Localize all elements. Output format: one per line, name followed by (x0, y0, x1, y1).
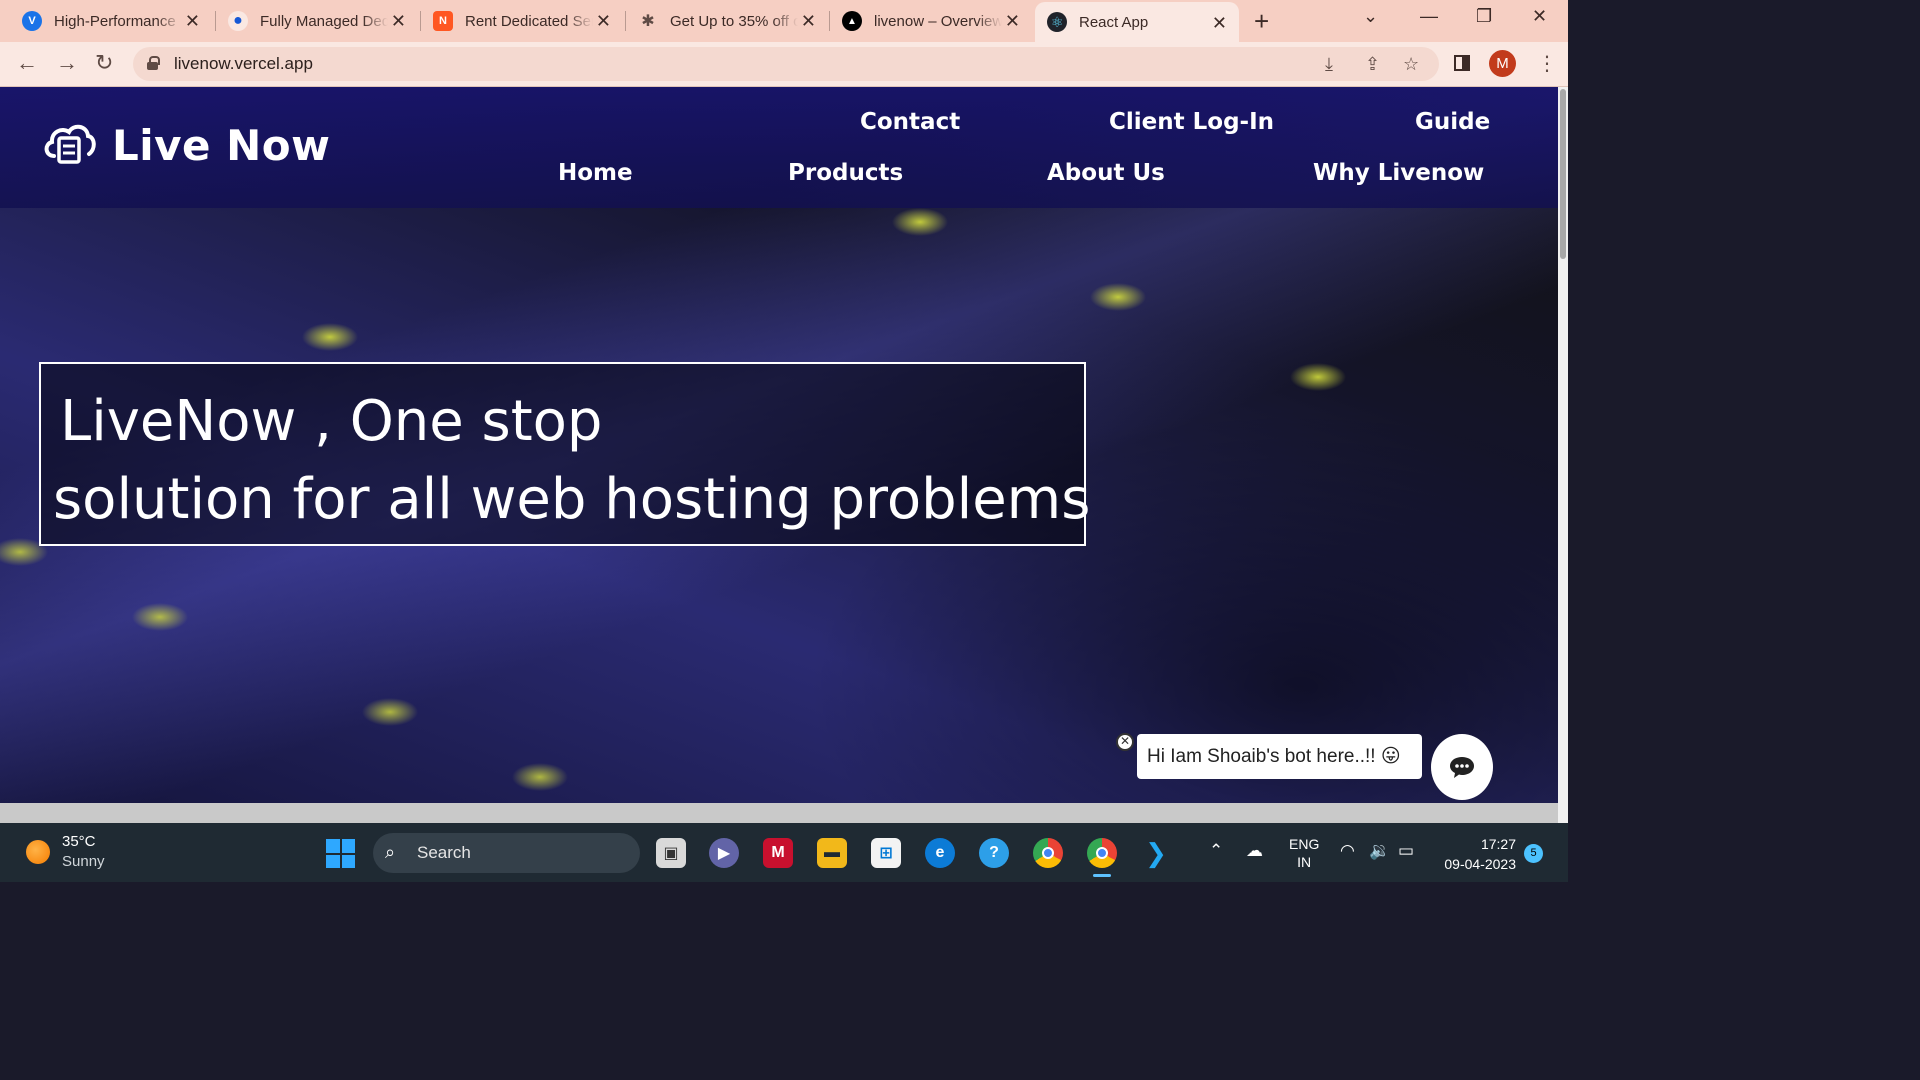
bug-favicon-icon: ✱ (641, 13, 655, 30)
back-arrow-icon[interactable]: ← (16, 51, 38, 75)
dot-favicon-icon: ● (228, 11, 248, 31)
tab-react-app[interactable]: ⚛ React App ✕ (1035, 2, 1239, 42)
chrome-profile-icon[interactable] (1087, 838, 1117, 868)
weather-condition[interactable]: Sunny (62, 853, 105, 870)
nav-home[interactable]: Home (558, 160, 633, 186)
tab-fully-managed[interactable]: ● Fully Managed Dedi ✕ (206, 0, 418, 42)
microsoft-store-icon[interactable]: ⊞ (871, 838, 901, 868)
close-icon[interactable]: ✕ (1212, 13, 1227, 33)
tab-title: Get Up to 35% off o (670, 12, 798, 30)
edge-browser-icon[interactable]: e (925, 838, 955, 868)
vscode-icon[interactable]: ❯ (1141, 838, 1171, 868)
chatbot-launcher-button[interactable] (1431, 734, 1493, 800)
tab-search-chevron-icon[interactable]: ⌄ (1363, 6, 1378, 27)
hero-headline-box: LiveNow , One stop solution for all web … (39, 362, 1090, 546)
tray-chevron-up-icon[interactable]: ⌃ (1209, 841, 1223, 861)
tab-title: Fully Managed Dedi (260, 12, 388, 30)
tab-livenow-overview[interactable]: ▲ livenow – Overview ✕ (820, 0, 1032, 42)
language-indicator[interactable]: ENG IN (1289, 835, 1319, 871)
windows-start-icon[interactable] (326, 839, 355, 868)
cloud-server-logo-icon[interactable] (42, 120, 96, 169)
site-navbar: Live Now Contact Client Log-In Guide Hom… (0, 87, 1558, 208)
weather-temperature[interactable]: 35°C (62, 833, 96, 850)
help-icon[interactable]: ? (979, 838, 1009, 868)
tab-strip: V High-Performance ✕ ● Fully Managed Ded… (0, 0, 1568, 42)
nav-client-login[interactable]: Client Log-In (1109, 109, 1274, 135)
windows-taskbar: 35°C Sunny ⌕ Search ▣ ▶ M ▬ ⊞ e ? ❯ ⌃ ☁ … (0, 823, 1568, 882)
address-bar[interactable]: livenow.vercel.app ⤓ ⇪ ☆ (133, 47, 1439, 81)
task-view-icon[interactable]: ▣ (656, 838, 686, 868)
close-icon[interactable]: ✕ (801, 11, 816, 31)
reload-icon[interactable]: ↻ (95, 51, 113, 75)
active-app-indicator (1093, 874, 1111, 877)
minimize-icon[interactable]: — (1420, 6, 1438, 27)
file-explorer-icon[interactable]: ▬ (817, 838, 847, 868)
shield-favicon-icon: V (22, 11, 42, 31)
battery-icon[interactable]: ▭ (1398, 841, 1414, 861)
clock-date: 09-04-2023 (1444, 856, 1516, 872)
taskbar-search-box[interactable]: ⌕ Search (373, 833, 640, 873)
bookmark-star-icon[interactable]: ☆ (1403, 54, 1419, 75)
hero-headline-line2: solution for all web hosting problems (53, 467, 1091, 532)
horizontal-scrollbar[interactable] (0, 803, 1558, 823)
vercel-triangle-icon: ▲ (842, 11, 862, 31)
url-text[interactable]: livenow.vercel.app (174, 54, 313, 74)
chatbot-greeting-bubble[interactable]: Hi Iam Shoaib's bot here..!! 😛 (1137, 734, 1422, 779)
tab-high-performance[interactable]: V High-Performance ✕ (0, 0, 212, 42)
wifi-icon[interactable]: ◠ (1340, 841, 1355, 861)
react-favicon-icon: ⚛ (1047, 12, 1067, 32)
page-viewport: Live Now Contact Client Log-In Guide Hom… (0, 87, 1558, 803)
share-icon[interactable]: ⇪ (1365, 54, 1380, 75)
tab-rent-dedicated[interactable]: N Rent Dedicated Serv ✕ (411, 0, 623, 42)
tab-title: React App (1079, 13, 1149, 31)
teams-chat-icon[interactable]: ▶ (709, 838, 739, 868)
forward-arrow-icon[interactable]: → (56, 51, 78, 75)
tab-title: High-Performance (54, 12, 176, 30)
volume-icon[interactable]: 🔉 (1369, 841, 1390, 861)
lock-icon[interactable] (147, 56, 160, 70)
new-tab-icon[interactable]: + (1254, 8, 1269, 34)
tab-title: livenow – Overview (874, 12, 1002, 30)
nav-contact[interactable]: Contact (860, 109, 960, 135)
side-panel-icon[interactable] (1454, 55, 1470, 71)
onedrive-cloud-icon[interactable]: ☁ (1246, 841, 1263, 861)
nav-products[interactable]: Products (788, 160, 903, 186)
tab-get-up-to[interactable]: ✱ Get Up to 35% off o ✕ (616, 0, 828, 42)
chat-close-icon[interactable]: ✕ (1116, 733, 1134, 751)
install-app-icon[interactable]: ⤓ (1325, 54, 1333, 75)
menu-kebab-icon[interactable]: ⋮ (1537, 51, 1557, 76)
search-icon: ⌕ (385, 842, 396, 862)
close-icon[interactable]: ✕ (185, 11, 200, 31)
sun-weather-icon[interactable] (26, 840, 50, 864)
mcafee-icon[interactable]: M (763, 838, 793, 868)
profile-avatar[interactable]: M (1489, 50, 1516, 77)
chrome-icon[interactable] (1033, 838, 1063, 868)
close-icon[interactable]: ✕ (596, 11, 611, 31)
clock-time: 17:27 (1480, 836, 1516, 852)
tab-title: Rent Dedicated Serv (465, 12, 593, 30)
vertical-scrollbar[interactable] (1558, 87, 1568, 823)
search-label: Search (417, 843, 471, 862)
chat-bubble-icon (1450, 757, 1474, 778)
window-close-icon[interactable]: ✕ (1532, 6, 1547, 27)
nav-why-livenow[interactable]: Why Livenow (1313, 160, 1484, 186)
system-clock[interactable]: 17:27 09-04-2023 (1438, 834, 1516, 874)
site-logo-text[interactable]: Live Now (112, 121, 330, 170)
nav-about-us[interactable]: About Us (1047, 160, 1165, 186)
notification-badge[interactable]: 5 (1524, 844, 1543, 863)
n-favicon-icon: N (433, 11, 453, 31)
language-region: IN (1297, 854, 1312, 870)
hero-headline-line1: LiveNow , One stop (60, 389, 603, 454)
scrollbar-thumb[interactable] (1560, 89, 1566, 259)
close-icon[interactable]: ✕ (1005, 11, 1020, 31)
language-code: ENG (1289, 836, 1320, 852)
browser-toolbar: ← → ↻ livenow.vercel.app ⤓ ⇪ ☆ M ⋮ (0, 42, 1568, 87)
close-icon[interactable]: ✕ (391, 11, 406, 31)
nav-guide[interactable]: Guide (1415, 109, 1490, 135)
restore-icon[interactable]: ❐ (1476, 6, 1492, 27)
